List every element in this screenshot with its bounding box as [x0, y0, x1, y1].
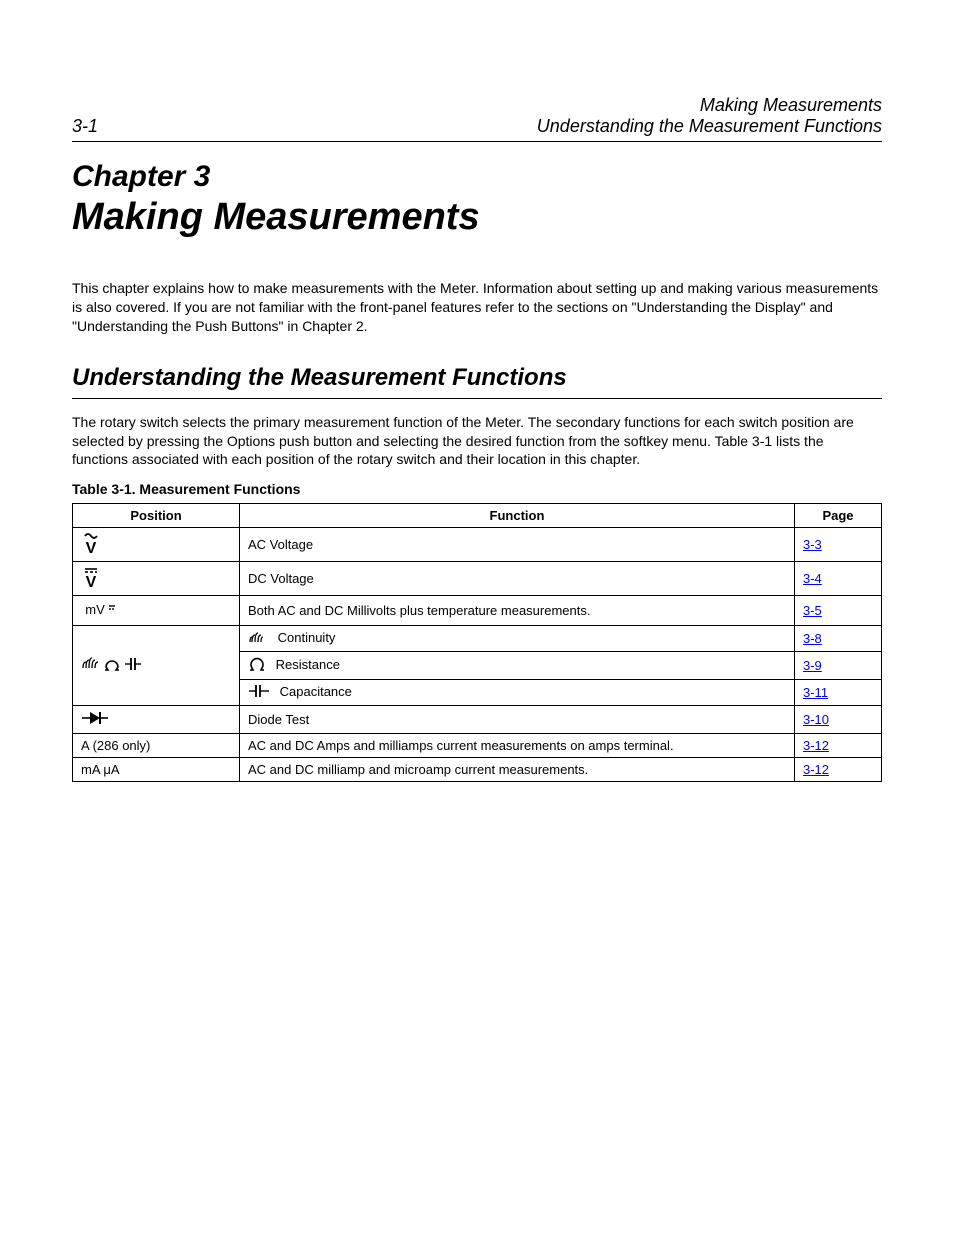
header-rule [72, 141, 882, 142]
cell-function: Continuity [278, 630, 336, 645]
intro-paragraph: This chapter explains how to make measur… [72, 279, 882, 336]
cell-function: Capacitance [280, 684, 352, 699]
header-line2: Understanding the Measurement Functions [537, 116, 882, 137]
table-caption: Table 3-1. Measurement Functions [72, 481, 882, 497]
table-row: V DC Voltage 3-4 [73, 562, 882, 596]
page-link[interactable]: 3-8 [803, 631, 822, 646]
ac-voltage-icon: V [81, 532, 101, 557]
svg-text:V: V [86, 574, 97, 588]
page-number: 3-1 [72, 116, 98, 137]
cell-position: mA μA [73, 758, 240, 782]
svg-text:V: V [86, 540, 97, 554]
page-link[interactable]: 3-12 [803, 738, 829, 753]
continuity-ohm-cap-icon [81, 654, 143, 677]
table-row: mA μA AC and DC milliamp and microamp cu… [73, 758, 882, 782]
cell-function: DC Voltage [240, 562, 795, 596]
col-header-position: Position [73, 504, 240, 528]
page-link[interactable]: 3-10 [803, 712, 829, 727]
page-link[interactable]: 3-12 [803, 762, 829, 777]
capacitor-icon [248, 684, 270, 701]
table-row: Continuity 3-8 [73, 626, 882, 652]
dc-voltage-icon: V [81, 566, 101, 591]
cell-function: AC and DC Amps and milliamps current mea… [240, 734, 795, 758]
section-body: The rotary switch selects the primary me… [72, 413, 882, 470]
header-line1: Making Measurements [537, 95, 882, 116]
page-link[interactable]: 3-11 [803, 685, 828, 700]
cell-function: Diode Test [240, 706, 795, 734]
cell-function: Both AC and DC Millivolts plus temperatu… [240, 596, 795, 626]
millivolt-icon: mV [81, 600, 117, 621]
continuity-icon [248, 630, 268, 647]
svg-text:mV: mV [85, 602, 105, 617]
cell-function: Resistance [276, 657, 340, 672]
col-header-page: Page [795, 504, 882, 528]
page-link[interactable]: 3-5 [803, 603, 822, 618]
table-row: mV Both AC and DC Millivolts plus temper… [73, 596, 882, 626]
col-header-function: Function [240, 504, 795, 528]
page-link[interactable]: 3-3 [803, 537, 822, 552]
cell-position: A (286 only) [73, 734, 240, 758]
page-title: Making Measurements [72, 196, 882, 239]
diode-icon [81, 710, 109, 729]
table-row: V AC Voltage 3-3 [73, 528, 882, 562]
page-link[interactable]: 3-9 [803, 658, 822, 673]
section-heading: Understanding the Measurement Functions [72, 364, 882, 392]
cell-function: AC and DC milliamp and microamp current … [240, 758, 795, 782]
ohm-icon [248, 656, 266, 675]
section-rule [72, 398, 882, 399]
page-link[interactable]: 3-4 [803, 571, 822, 586]
functions-table: Position Function Page V AC Voltage [72, 503, 882, 782]
chapter-label: Chapter 3 [72, 160, 882, 194]
table-row: A (286 only) AC and DC Amps and milliamp… [73, 734, 882, 758]
cell-function: AC Voltage [240, 528, 795, 562]
table-row: Diode Test 3-10 [73, 706, 882, 734]
